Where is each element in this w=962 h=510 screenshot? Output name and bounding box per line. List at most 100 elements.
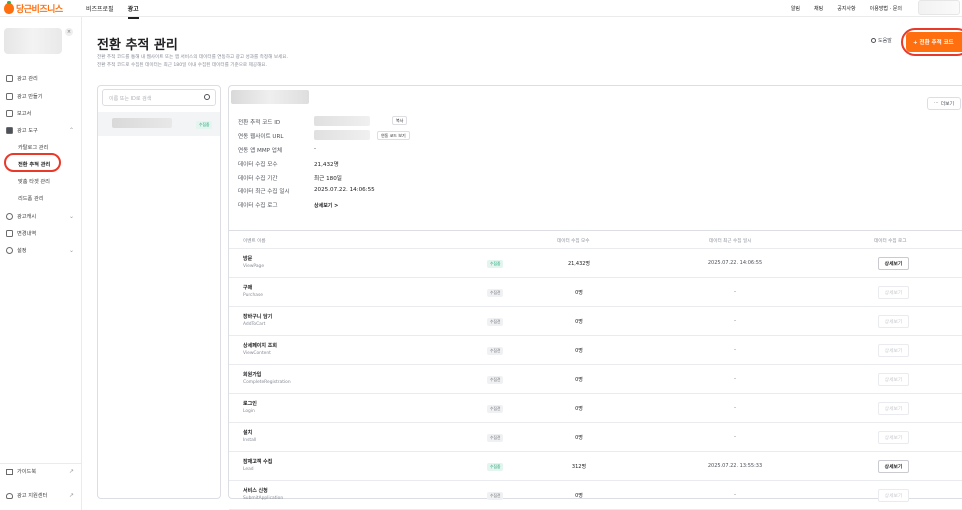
- more-button[interactable]: ⋯ 더보기: [927, 97, 961, 110]
- info-label-log: 데이터 수집 로그: [238, 203, 278, 209]
- table-row: 구매 Purchase 수집전 0명 - 상세보기: [229, 278, 962, 307]
- topright-notifications[interactable]: 알림: [791, 5, 800, 12]
- sidebar-sub-catalog[interactable]: 카탈로그 관리: [18, 144, 48, 151]
- info-label-last-collected: 데이터 최근 수집 일시: [238, 189, 290, 195]
- table-row: 설치 Install 수집전 0명 - 상세보기: [229, 423, 962, 452]
- help-button[interactable]: 도움말: [871, 37, 892, 44]
- redacted-website-url: [314, 130, 370, 140]
- log-detail-button[interactable]: 상세보기: [878, 460, 909, 473]
- event-name: 장바구니 담기: [243, 314, 273, 320]
- redacted-code-id: [314, 116, 370, 126]
- sidebar-sub-custom-target[interactable]: 맞춤 타겟 관리: [18, 178, 50, 185]
- status-badge: 수집중: [487, 463, 504, 471]
- status-badge: 수집전: [487, 318, 504, 326]
- sidebar-item-settings[interactable]: 설정 ⌄: [6, 247, 74, 254]
- event-code: Login: [243, 409, 255, 414]
- event-count: 0명: [575, 348, 583, 354]
- sidebar-item-report[interactable]: 보고서: [6, 110, 74, 117]
- sidebar-item-label: 광고 도구: [17, 128, 38, 134]
- event-last-collected: 2025.07.22. 13:55:33: [707, 463, 763, 469]
- code-detail-panel: ⋯ 더보기 전환 추적 코드 ID 복사 연동 웹사이트 URL 연동 코드 보…: [228, 85, 962, 510]
- sidebar-item-label: 광고캐시: [17, 214, 37, 220]
- page-description: 전환 추적 코드를 통해 내 웹사이트 또는 앱 서비스의 데이터를 연동하고 …: [97, 54, 288, 69]
- topright-notice[interactable]: 공지사항: [837, 5, 855, 12]
- sidebar-item-support[interactable]: 광고 지원센터 ↗: [6, 492, 74, 499]
- sidebar-sub-leadform[interactable]: 리드폼 관리: [18, 195, 44, 202]
- event-name: 상세페이지 조회: [243, 343, 277, 349]
- event-code: AddToCart: [243, 322, 266, 327]
- event-code: CompleteRegistration: [243, 380, 291, 385]
- sidebar-item-ad-cash[interactable]: 광고캐시 ⌄: [6, 213, 74, 220]
- page-title: 전환 추적 관리: [97, 38, 178, 53]
- sidebar-item-ad-manage[interactable]: 광고 관리: [6, 75, 74, 82]
- event-name: 방문: [243, 256, 253, 262]
- topright-help[interactable]: 이용방법 · 문의: [870, 5, 902, 12]
- info-value-mmp: -: [314, 146, 317, 152]
- log-detail-link[interactable]: 상세보기 >: [314, 202, 338, 209]
- event-count: 0명: [575, 290, 583, 296]
- toolbox-icon: [6, 127, 13, 134]
- event-name: 잠재고객 수집: [243, 459, 273, 465]
- topnav-bizprofile[interactable]: 비즈프로필: [86, 4, 114, 19]
- info-label-mmp: 연동 앱 MMP 업체: [238, 148, 283, 154]
- table-row: 방문 ViewPage 수집중 21,432명 2025.07.22. 14:06:55…: [229, 249, 962, 278]
- redacted-code-title: [231, 90, 309, 104]
- log-detail-button: 상세보기: [878, 489, 909, 502]
- topnav-ads[interactable]: 광고: [127, 4, 139, 19]
- sidebar-item-ad-create[interactable]: 광고 만들기: [6, 93, 74, 100]
- sidebar-item-history[interactable]: 변경내역: [6, 230, 74, 237]
- table-row: 회원가입 CompleteRegistration 수집전 0명 - 상세보기: [229, 365, 962, 394]
- status-cell: 수집전: [487, 405, 504, 413]
- redacted-code-name: [112, 118, 172, 128]
- page-description-line: 전환 추적 코드로 수집된 데이터는 최근 180일 이내 수집된 데이터를 기…: [97, 62, 267, 68]
- column-header: 데이터 수집 로그: [874, 239, 907, 244]
- column-header: 데이터 최근 수집 일시: [709, 239, 752, 244]
- status-badge: 수집전: [487, 347, 504, 355]
- table-row: 로그인 Login 수집전 0명 - 상세보기: [229, 394, 962, 423]
- event-name: 서비스 신청: [243, 488, 268, 494]
- event-code: Purchase: [243, 293, 263, 298]
- event-last-collected: -: [734, 376, 736, 382]
- log-detail-button: 상세보기: [878, 286, 909, 299]
- external-link-icon: ↗: [68, 492, 74, 499]
- log-detail-button: 상세보기: [878, 402, 909, 415]
- clock-icon: [871, 38, 876, 43]
- list-item[interactable]: 수집중: [98, 112, 220, 136]
- event-count: 0명: [575, 377, 583, 383]
- sidebar-item-label: 보고서: [17, 111, 32, 117]
- account-menu[interactable]: [918, 0, 960, 15]
- status-badge: 수집중: [487, 260, 504, 268]
- more-dots-icon: ⋯: [933, 101, 939, 106]
- info-value-population: 21,432명: [314, 162, 339, 168]
- event-last-collected: -: [734, 405, 736, 411]
- page-description-line: 전환 추적 코드를 통해 내 웹사이트 또는 앱 서비스의 데이터를 연동하고 …: [97, 55, 288, 60]
- sidebar-item-ad-tools[interactable]: 광고 도구 ⌃: [6, 127, 74, 134]
- search-input[interactable]: 이름 또는 ID로 검색: [102, 89, 216, 106]
- log-detail-button[interactable]: 상세보기: [878, 257, 909, 270]
- status-badge: 수집전: [487, 376, 504, 384]
- chevron-up-icon: ⌃: [68, 127, 74, 134]
- copy-button[interactable]: 복사: [392, 116, 408, 125]
- event-count: 0명: [575, 435, 583, 441]
- event-name: 로그인: [243, 401, 257, 407]
- event-count: 21,432명: [567, 261, 591, 267]
- status-cell: 수집전: [487, 347, 504, 355]
- brand-logo[interactable]: 당근비즈니스: [4, 1, 63, 15]
- carrot-logo-icon: [4, 1, 14, 14]
- status-cell: 수집전: [487, 492, 504, 500]
- event-last-collected: -: [734, 492, 736, 498]
- view-code-button[interactable]: 연동 코드 보기: [377, 131, 410, 140]
- event-name: 구매: [243, 285, 253, 291]
- search-icon: [204, 94, 210, 100]
- info-label-period: 데이터 수집 기간: [238, 176, 278, 182]
- external-link-icon: ↗: [68, 468, 74, 475]
- sidebar-item-guidebook[interactable]: 가이드북 ↗: [6, 468, 74, 475]
- status-badge: 수집전: [487, 434, 504, 442]
- chevron-down-icon: ⌄: [68, 213, 74, 220]
- collapse-sidebar-button[interactable]: ×: [65, 28, 73, 36]
- sidebar-profile[interactable]: [4, 28, 62, 54]
- report-icon: [6, 110, 13, 117]
- status-badge: 수집전: [487, 289, 504, 297]
- topright-chat[interactable]: 채팅: [814, 5, 823, 12]
- event-count: 0명: [575, 406, 583, 412]
